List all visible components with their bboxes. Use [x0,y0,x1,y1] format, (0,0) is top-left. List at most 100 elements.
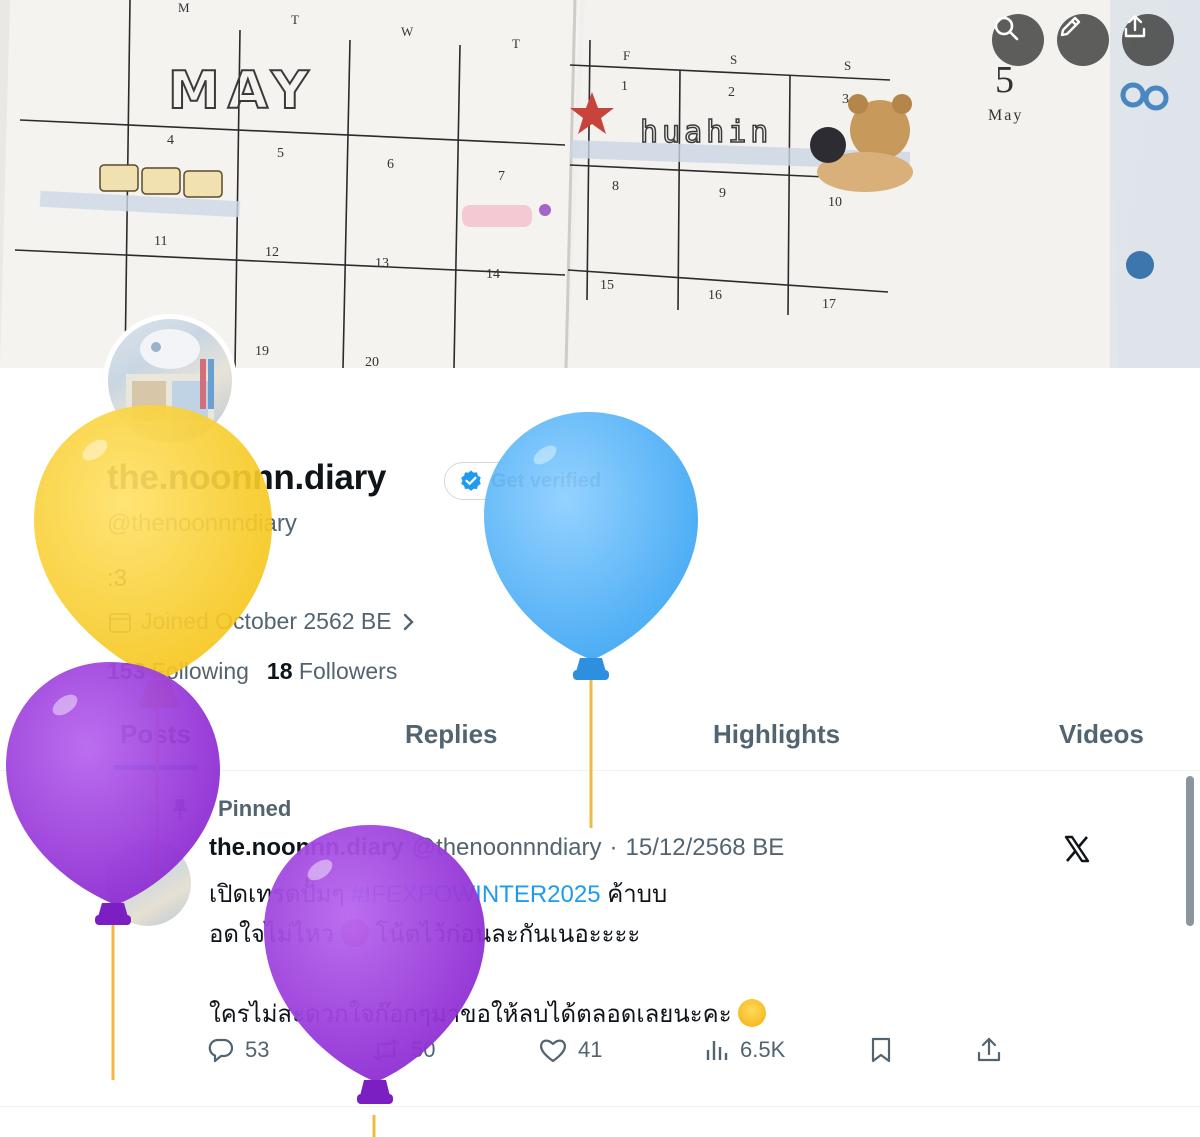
following-label: Following [151,658,249,684]
share-button[interactable] [1122,14,1174,66]
display-name: the.noonnn.diary [107,458,387,497]
tab-replies[interactable]: Replies [405,719,498,750]
get-verified-button[interactable]: Get verified [444,462,632,500]
pinned-label-row: Pinned [170,796,291,822]
tweet-line1-post: ค้าบบ [600,881,668,908]
tab-posts[interactable]: Posts [120,719,191,750]
date-number: 5 [277,146,284,161]
date-number: 13 [375,256,389,271]
date-number: 8 [612,179,619,194]
calendar-icon [109,612,131,633]
views-bar-chart-icon [706,1041,728,1060]
weekday-letter: S [730,52,737,67]
verified-badge-icon [461,470,481,491]
x-logo-icon [1064,835,1090,863]
followers-label: Followers [298,658,398,684]
weekday-letter: T [291,12,299,27]
date-number: 9 [719,186,726,201]
date-number: 19 [255,344,269,359]
weekday-letter: F [623,48,630,63]
tweet-header: the.noonnn.diary @thenoonnndiary · 15/12… [209,834,784,862]
active-tab-indicator [113,765,198,770]
tweet-divider [0,1106,1200,1107]
banner-corner-month: May [988,107,1023,124]
profile-handle: @thenoonnndiary [107,510,297,537]
follow-stats: 153 Following 18 Followers [107,658,397,685]
share-icon [977,1037,1001,1062]
tweet-date[interactable]: 15/12/2568 BE [626,834,785,862]
profile-avatar[interactable] [103,314,237,448]
following-count: 153 [107,658,146,684]
share-upload-icon [1124,15,1146,38]
bookmark-button[interactable] [869,1036,893,1064]
banner-month-word: MAY [168,61,317,121]
views-button[interactable]: 6.5K [704,1036,785,1064]
repost-count: 50 [411,1037,436,1062]
pleading-face-emoji-icon [738,999,767,1027]
tweet-line2-pre: อดใจไม่ไหว [209,921,341,948]
date-number: 14 [486,267,500,282]
date-number: 17 [822,297,836,312]
date-number: 12 [265,245,279,260]
heart-icon [540,1039,566,1063]
date-number: 15 [600,278,614,293]
tweet-hashtag[interactable]: #IFEXPOWINTER2025 [351,881,600,908]
avatar-image [108,319,232,443]
weekday-letter: W [401,24,414,39]
date-number: 6 [387,157,394,172]
reply-button[interactable]: 53 [207,1036,269,1064]
weekday-letter: M [178,0,190,15]
tweet-text: เปิดเทรดปั๊มๆ #IFEXPOWINTER2025 ค้าบบ อด… [209,875,1109,1035]
scrollbar[interactable] [1186,776,1194,926]
view-count: 6.5K [740,1037,786,1062]
tweet-line1-pre: เปิดเทรดปั๊มๆ [209,881,352,908]
banner-place-word: huahin [640,115,772,150]
tab-highlights[interactable]: Highlights [713,719,840,750]
date-number: 7 [498,169,505,184]
reply-count: 53 [245,1037,270,1062]
date-number: 4 [167,133,174,148]
date-number: 11 [154,234,167,249]
date-number: 16 [708,288,722,303]
tweet-author-handle[interactable]: @thenoonnndiary [412,834,602,862]
reply-bubble-icon [208,1038,234,1063]
tweet-author-avatar[interactable] [105,840,191,926]
following-link[interactable]: 153 Following [107,658,249,685]
get-verified-label: Get verified [491,469,602,492]
tweet-author-name[interactable]: the.noonnn.diary [209,834,404,862]
tab-videos[interactable]: Videos [1059,719,1144,750]
chevron-right-icon [403,613,414,630]
tweet-actions: 53 50 41 6.5K [207,1036,1027,1072]
profile-bio: :3 [107,565,128,592]
tweet-separator: · [609,834,618,861]
date-number: 1 [621,79,628,94]
pinned-text: Pinned [218,796,292,821]
profile-banner[interactable]: M T W T F S S MAY huahin 4 5 6 7 11 12 1… [0,0,1200,368]
search-button[interactable] [992,14,1044,66]
date-number: 2 [728,85,735,100]
joined-date[interactable]: Joined October 2562 BE [107,608,416,635]
shy-face-emoji-icon [340,919,369,947]
bookmark-icon [871,1037,891,1063]
repost-button[interactable]: 50 [371,1036,435,1064]
tweet-line3: ใครไม่สะดวกใจก๊อกๆมาขอให้ลบได้ตลอดเลยนะค… [209,1001,739,1028]
like-button[interactable]: 41 [538,1036,602,1064]
date-number: 10 [828,195,842,210]
date-number: 3 [842,92,849,107]
repost-icon [373,1038,399,1062]
grok-x-button[interactable] [1062,834,1092,869]
edit-pencil-icon [1060,16,1081,37]
followers-count: 18 [266,658,293,684]
edit-button[interactable] [1057,14,1109,66]
weekday-letter: S [844,58,851,73]
date-number: 20 [365,355,379,368]
like-count: 41 [578,1037,603,1062]
pin-icon [172,799,188,819]
weekday-letter: T [512,36,520,51]
profile-tabs: Posts Replies Highlights Videos [0,705,1200,771]
search-icon [994,16,1019,41]
followers-link[interactable]: 18 Followers [267,658,397,685]
joined-label: Joined October 2562 BE [141,608,392,634]
share-tweet-button[interactable] [975,1036,1003,1064]
tweet-line2-post: โน้ตไว้ก่อนละกันเนอะะะะ [368,921,641,948]
